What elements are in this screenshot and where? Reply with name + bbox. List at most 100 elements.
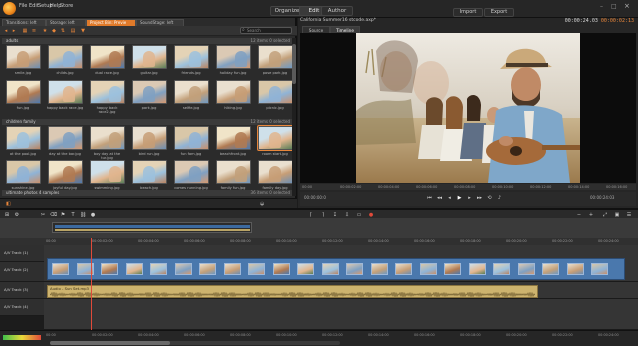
library-thumbnail[interactable] [132, 160, 167, 184]
tab-storage[interactable]: Storage: left [46, 19, 86, 26]
menu-store[interactable]: Store [60, 3, 73, 9]
timeline-clip-thumbnail[interactable] [297, 263, 314, 275]
track-header-2[interactable]: A/V Track (2) [0, 262, 44, 282]
library-thumbnail[interactable] [174, 126, 209, 150]
library-thumbnail[interactable] [6, 45, 41, 69]
track-row-2[interactable] [44, 258, 638, 282]
close-icon[interactable]: × [624, 2, 630, 10]
scrollbar-thumb[interactable] [50, 341, 170, 345]
track-header-3[interactable]: A/V Track (3) [0, 282, 44, 299]
track-header-4[interactable]: A/V Track (4) [0, 299, 44, 316]
library-scrollbar[interactable] [292, 38, 296, 196]
timeline-clip-thumbnail[interactable] [321, 263, 339, 275]
author-mode-button[interactable]: Author [321, 6, 353, 16]
play-icon[interactable]: ▶ [456, 195, 463, 202]
library-thumbnail[interactable] [216, 45, 251, 69]
volume-icon[interactable]: ♪ [496, 195, 503, 202]
timeline-clip-thumbnail[interactable] [272, 263, 290, 275]
library-thumbnail[interactable] [48, 80, 83, 104]
library-thumbnail[interactable] [48, 45, 83, 69]
frame-forward-icon[interactable]: ▸ [466, 195, 473, 202]
timeline-clip-thumbnail[interactable] [223, 263, 241, 275]
library-thumbnail[interactable] [132, 80, 167, 104]
player-ruler[interactable]: 00:00 00:00:02:00 00:00:04:00 00:00:06:00 00… [300, 184, 636, 190]
timeline-overview[interactable] [0, 218, 638, 238]
timeline-clip-thumbnail[interactable] [101, 263, 118, 275]
timeline-clip-thumbnail[interactable] [52, 263, 69, 275]
library-thumbnail[interactable] [90, 126, 125, 150]
tab-timeline[interactable]: Timeline [330, 26, 360, 33]
library-thumbnail[interactable] [216, 160, 251, 184]
library-search-input[interactable]: Search [240, 27, 292, 34]
section-header-adults[interactable]: adults 12 items 0 selected [2, 38, 294, 44]
sort-icon[interactable]: ⇅ [60, 28, 66, 34]
export-button[interactable]: Export [484, 8, 514, 17]
timeline-ruler[interactable]: 00:00 00:00:02:00 00:00:04:00 00:00:06:00 00… [0, 238, 638, 245]
grid-view-icon[interactable]: ▦ [22, 28, 28, 34]
audio-clip[interactable]: Audio - Sun Set.mp3 [47, 285, 538, 298]
zoom-slider-icon[interactable]: ◒ [260, 201, 264, 207]
loop-icon[interactable]: ⟲ [486, 195, 493, 202]
library-thumbnail[interactable] [90, 160, 125, 184]
library-thumbnail[interactable] [6, 80, 41, 104]
collapse-icon[interactable]: ◧ [6, 201, 11, 207]
timeline-clip-thumbnail[interactable] [370, 263, 388, 275]
preview-viewer[interactable] [300, 33, 636, 183]
menu-file[interactable]: File [19, 3, 27, 9]
library-thumbnail[interactable] [6, 126, 41, 150]
tag-icon[interactable]: ◆ [51, 28, 57, 34]
library-thumbnail[interactable] [258, 80, 293, 104]
timeline-clip-thumbnail[interactable] [199, 263, 216, 275]
timeline-clip-thumbnail[interactable] [395, 263, 412, 275]
back-icon[interactable]: ◂ [3, 28, 9, 34]
video-clip-sequence[interactable] [47, 258, 625, 280]
timeline-clip-thumbnail[interactable] [125, 263, 143, 275]
library-thumbnail[interactable] [257, 125, 294, 151]
frame-back-icon[interactable]: ◂ [446, 195, 453, 202]
step-forward-icon[interactable]: ▸▸ [476, 195, 483, 202]
timeline-clip-thumbnail[interactable] [542, 263, 559, 275]
tab-transitions[interactable]: Transitions: Ieft [2, 19, 46, 26]
timeline-clip-thumbnail[interactable] [419, 263, 437, 275]
tab-project-bin[interactable]: Project Bin: Previe [86, 19, 136, 26]
scrollbar-thumb[interactable] [292, 44, 296, 84]
library-thumbnail[interactable] [90, 80, 125, 104]
library-thumbnail[interactable] [216, 126, 251, 150]
library-thumbnail[interactable] [132, 126, 167, 150]
section-header-children[interactable]: children family 12 items 0 selected [2, 119, 294, 125]
forward-icon[interactable]: ▸ [11, 28, 17, 34]
filter-icon[interactable]: ▼ [80, 28, 86, 34]
minimize-icon[interactable]: – [600, 3, 603, 10]
timeline-clip-thumbnail[interactable] [493, 263, 510, 275]
library-thumbnail[interactable] [132, 45, 167, 69]
library-thumbnail[interactable] [258, 45, 293, 69]
library-thumbnail[interactable] [174, 160, 209, 184]
folder-icon[interactable]: ▤ [70, 28, 76, 34]
timeline-clip-thumbnail[interactable] [468, 263, 486, 275]
timeline-clip-thumbnail[interactable] [150, 263, 167, 275]
timeline-clip-thumbnail[interactable] [346, 263, 363, 275]
library-thumbnail[interactable] [174, 80, 209, 104]
track-header-1[interactable]: A/V Track (1) [0, 245, 44, 262]
library-thumbnail[interactable] [48, 160, 83, 184]
library-thumbnail[interactable] [174, 45, 209, 69]
section-header-ultimate[interactable]: ultimate photos 4 samples 36 items 0 sel… [2, 190, 294, 196]
tab-soundstage[interactable]: SoundStage: Ieft [136, 19, 184, 26]
overview-window[interactable] [52, 222, 252, 233]
library-thumbnail[interactable] [90, 45, 125, 69]
timeline-clip-thumbnail[interactable] [566, 263, 584, 275]
library-thumbnail[interactable] [216, 80, 251, 104]
library-thumbnail[interactable] [6, 160, 41, 184]
tab-source[interactable]: Source [302, 26, 330, 33]
library-thumbnail[interactable] [48, 126, 83, 150]
timeline-clip-thumbnail[interactable] [248, 263, 265, 275]
list-view-icon[interactable]: ≡ [31, 28, 37, 34]
track-row-4[interactable] [44, 299, 638, 330]
timeline-clip-thumbnail[interactable] [591, 263, 608, 275]
import-button[interactable]: Import [453, 8, 483, 17]
star-filter-icon[interactable]: ★ [42, 28, 48, 34]
maximize-icon[interactable]: □ [611, 3, 617, 10]
step-back-icon[interactable]: ◂◂ [436, 195, 443, 202]
timeline-clip-thumbnail[interactable] [444, 263, 461, 275]
library-thumbnail[interactable] [258, 160, 293, 184]
